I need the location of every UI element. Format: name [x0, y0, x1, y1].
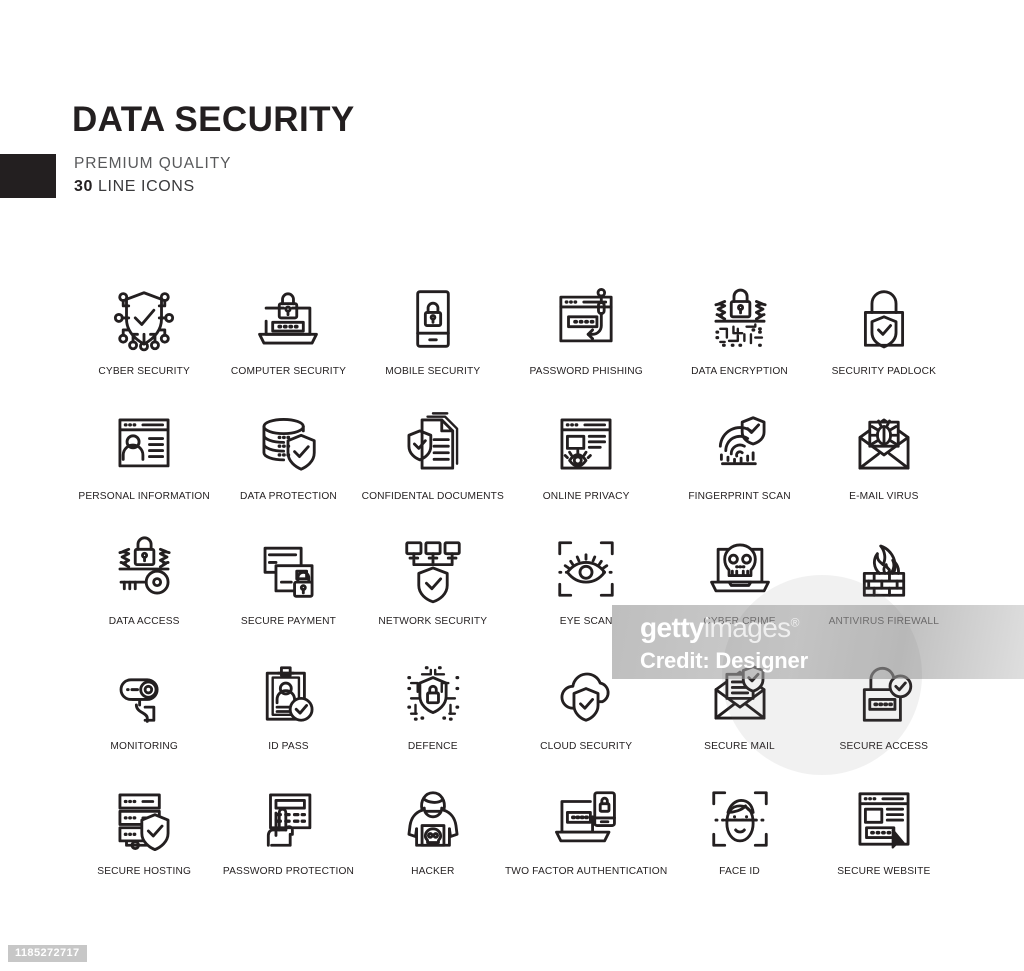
- icon-cell: SECURE PAYMENT: [216, 528, 360, 653]
- icon-cell: DATA ENCRYPTION: [667, 278, 811, 403]
- icon-label: DATA ACCESS: [108, 616, 180, 627]
- data-access-icon: [101, 528, 187, 610]
- icon-cell: FACE ID: [667, 778, 811, 903]
- monitoring-icon: [101, 653, 187, 735]
- security-padlock-icon: [841, 278, 927, 360]
- online-privacy-icon: [543, 403, 629, 485]
- icon-cell: DATA ACCESS: [72, 528, 216, 653]
- hacker-icon: [390, 778, 476, 860]
- confidental-documents-icon: [390, 403, 476, 485]
- icon-cell: SECURE WEBSITE: [812, 778, 956, 903]
- icon-label: SECURE MAIL: [704, 741, 775, 752]
- icon-label: SECURE PAYMENT: [240, 616, 337, 627]
- icon-label: DATA PROTECTION: [239, 491, 337, 502]
- icon-cell: SECURE HOSTING: [72, 778, 216, 903]
- icon-cell: CYBER SECURITY: [72, 278, 216, 403]
- cyber-crime-icon: [697, 528, 783, 610]
- registered-mark: ®: [790, 615, 800, 630]
- icon-cell: NETWORK SECURITY: [361, 528, 505, 653]
- icon-cell: FINGERPRINT SCAN: [667, 403, 811, 528]
- data-encryption-icon: [697, 278, 783, 360]
- network-security-icon: [390, 528, 476, 610]
- icon-label: MONITORING: [110, 741, 178, 752]
- email-virus-icon: [841, 403, 927, 485]
- icon-label: SECURE HOSTING: [97, 866, 192, 877]
- icon-count: 30: [74, 178, 93, 195]
- icon-cell: COMPUTER SECURITY: [216, 278, 360, 403]
- icon-count-suffix: LINE ICONS: [93, 178, 195, 195]
- icon-label: PASSWORD PHISHING: [529, 366, 643, 377]
- icon-label: EYE SCAN: [559, 616, 613, 627]
- icon-cell: MONITORING: [72, 653, 216, 778]
- icon-label: HACKER: [411, 866, 455, 877]
- icon-label: CYBER SECURITY: [98, 366, 190, 377]
- eye-scan-icon: [543, 528, 629, 610]
- icon-count-line: 30 LINE ICONS: [74, 178, 195, 196]
- password-protection-icon: [245, 778, 331, 860]
- icon-cell: HACKER: [361, 778, 505, 903]
- icon-cell: SECURITY PADLOCK: [812, 278, 956, 403]
- secure-hosting-icon: [101, 778, 187, 860]
- icon-label: MOBILE SECURITY: [385, 366, 481, 377]
- icon-label: SECURE ACCESS: [839, 741, 929, 752]
- secure-payment-icon: [245, 528, 331, 610]
- watermark-credit: Credit: Designer: [640, 648, 808, 673]
- computer-security-icon: [245, 278, 331, 360]
- icon-label: ONLINE PRIVACY: [542, 491, 630, 502]
- getty-light: images: [703, 612, 791, 643]
- two-factor-authentication-icon: [543, 778, 629, 860]
- getty-bold: getty: [640, 612, 705, 643]
- icon-label: CLOUD SECURITY: [540, 741, 633, 752]
- defence-icon: [390, 653, 476, 735]
- icon-label: PASSWORD PROTECTION: [222, 866, 355, 877]
- accent-block: [0, 154, 56, 198]
- personal-information-icon: [101, 403, 187, 485]
- face-id-icon: [697, 778, 783, 860]
- id-pass-icon: [245, 653, 331, 735]
- icon-cell: CONFIDENTAL DOCUMENTS: [361, 403, 505, 528]
- password-phishing-icon: [543, 278, 629, 360]
- icon-label: E-MAIL VIRUS: [849, 491, 919, 502]
- icon-label: FACE ID: [719, 866, 760, 877]
- icon-cell: SECURE ACCESS: [812, 653, 956, 778]
- antivirus-firewall-icon: [841, 528, 927, 610]
- secure-access-icon: [841, 653, 927, 735]
- icon-label: ID PASS: [268, 741, 309, 752]
- page-title: DATA SECURITY: [72, 100, 355, 139]
- fingerprint-scan-icon: [697, 403, 783, 485]
- secure-website-icon: [841, 778, 927, 860]
- icon-cell: MOBILE SECURITY: [361, 278, 505, 403]
- icon-cell: ANTIVIRUS FIREWALL: [812, 528, 956, 653]
- icon-label: TWO FACTOR AUTHENTICATION: [504, 866, 668, 877]
- icon-label: ANTIVIRUS FIREWALL: [828, 616, 940, 627]
- icon-label: DATA ENCRYPTION: [691, 366, 788, 377]
- icon-label: COMPUTER SECURITY: [230, 366, 347, 377]
- mobile-security-icon: [390, 278, 476, 360]
- asset-id-badge: 1185272717: [8, 945, 87, 962]
- subtitle: PREMIUM QUALITY: [74, 155, 232, 172]
- icon-label: PERSONAL INFORMATION: [78, 491, 210, 502]
- icon-cell: ID PASS: [216, 653, 360, 778]
- icon-label: FINGERPRINT SCAN: [688, 491, 791, 502]
- icon-cell: E-MAIL VIRUS: [812, 403, 956, 528]
- icon-label: SECURITY PADLOCK: [831, 366, 937, 377]
- icon-label: CONFIDENTAL DOCUMENTS: [361, 491, 504, 502]
- icon-cell: TWO FACTOR AUTHENTICATION: [505, 778, 667, 903]
- icon-cell: DEFENCE: [361, 653, 505, 778]
- icon-grid: CYBER SECURITY COMPUTER SECURITY MOBILE …: [72, 278, 956, 903]
- icon-label: DEFENCE: [407, 741, 458, 752]
- cyber-security-icon: [101, 278, 187, 360]
- icon-cell: ONLINE PRIVACY: [505, 403, 667, 528]
- cloud-security-icon: [543, 653, 629, 735]
- data-protection-icon: [245, 403, 331, 485]
- icon-cell: DATA PROTECTION: [216, 403, 360, 528]
- icon-set-poster: DATA SECURITY PREMIUM QUALITY 30 LINE IC…: [0, 0, 1024, 971]
- icon-label: NETWORK SECURITY: [378, 616, 488, 627]
- icon-cell: PASSWORD PROTECTION: [216, 778, 360, 903]
- getty-logo: gettyimages®: [640, 612, 799, 644]
- icon-cell: PASSWORD PHISHING: [505, 278, 667, 403]
- icon-cell: PERSONAL INFORMATION: [72, 403, 216, 528]
- icon-label: SECURE WEBSITE: [837, 866, 931, 877]
